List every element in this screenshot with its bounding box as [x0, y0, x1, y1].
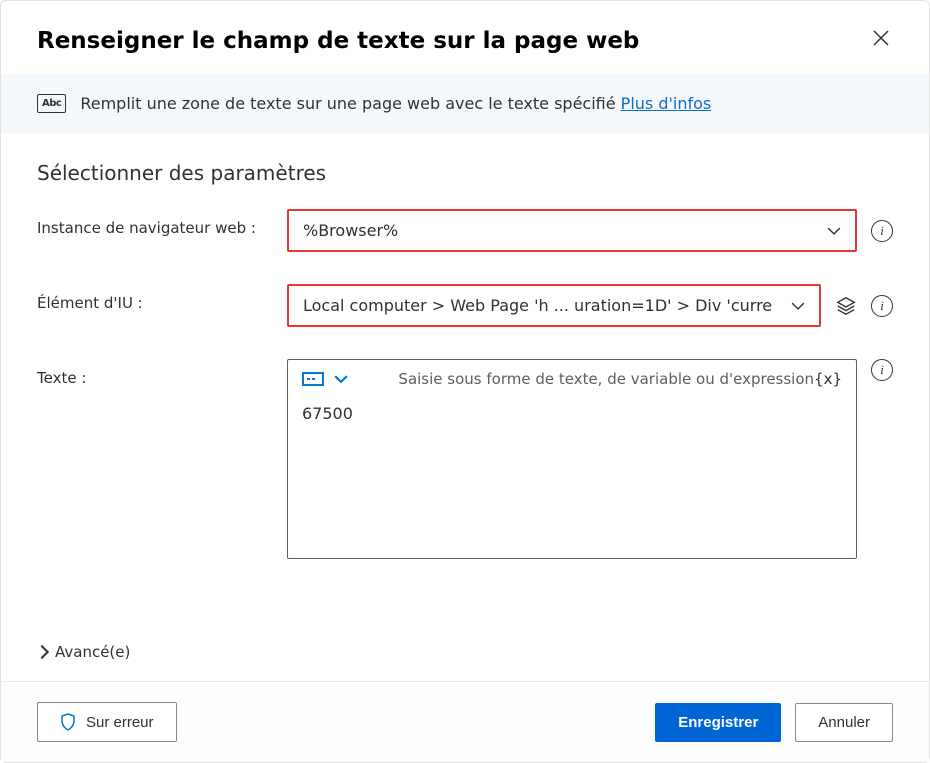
info-icon-element[interactable]: i [871, 295, 893, 317]
row-ui-element: Élément d'IU : Local computer > Web Page… [37, 284, 893, 327]
advanced-label: Avancé(e) [55, 643, 130, 661]
section-title: Sélectionner des paramètres [1, 153, 929, 209]
banner-description: Remplit une zone de texte sur une page w… [80, 94, 615, 113]
description-banner: Abc Remplit une zone de texte sur une pa… [1, 74, 929, 133]
text-input-box[interactable]: Saisie sous forme de texte, de variable … [287, 359, 857, 559]
advanced-expander[interactable]: Avancé(e) [1, 635, 929, 681]
chevron-down-icon[interactable] [334, 372, 348, 386]
on-error-button[interactable]: Sur erreur [37, 702, 177, 742]
row-browser-instance: Instance de navigateur web : %Browser% i [37, 209, 893, 252]
on-error-label: Sur erreur [86, 714, 154, 731]
form-area: Instance de navigateur web : %Browser% i… [1, 209, 929, 635]
label-ui-element: Élément d'IU : [37, 284, 267, 312]
info-icon-text[interactable]: i [871, 359, 893, 381]
dropdown-browser-instance[interactable]: %Browser% [287, 209, 857, 252]
dialog-footer: Sur erreur Enregistrer Annuler [1, 681, 929, 762]
dropdown-browser-value: %Browser% [303, 221, 398, 240]
close-icon [873, 30, 889, 46]
abc-icon: Abc [37, 94, 66, 113]
chevron-down-icon [827, 224, 841, 238]
dropdown-ui-element[interactable]: Local computer > Web Page 'h ... uration… [287, 284, 821, 327]
text-value[interactable]: 67500 [302, 404, 842, 423]
chevron-right-icon [35, 645, 49, 659]
dialog-header: Renseigner le champ de texte sur la page… [1, 1, 929, 74]
row-text: Texte : Saisie sous forme de texte, de v… [37, 359, 893, 559]
dropdown-ui-element-value: Local computer > Web Page 'h ... uration… [303, 296, 772, 315]
cancel-button[interactable]: Annuler [795, 703, 893, 742]
label-browser-instance: Instance de navigateur web : [37, 209, 267, 237]
banner-text: Remplit une zone de texte sur une page w… [80, 94, 711, 113]
save-button[interactable]: Enregistrer [655, 703, 781, 742]
variable-icon[interactable]: {x} [814, 370, 842, 388]
layers-icon[interactable] [835, 295, 857, 317]
label-text: Texte : [37, 359, 267, 387]
text-placeholder: Saisie sous forme de texte, de variable … [348, 370, 814, 388]
chevron-down-icon [791, 299, 805, 313]
more-info-link[interactable]: Plus d'infos [621, 94, 712, 113]
close-button[interactable] [869, 25, 893, 56]
input-type-icon[interactable] [302, 372, 324, 386]
dialog-title: Renseigner le champ de texte sur la page… [37, 28, 639, 54]
info-icon-browser[interactable]: i [871, 220, 893, 242]
shield-icon [60, 713, 76, 731]
